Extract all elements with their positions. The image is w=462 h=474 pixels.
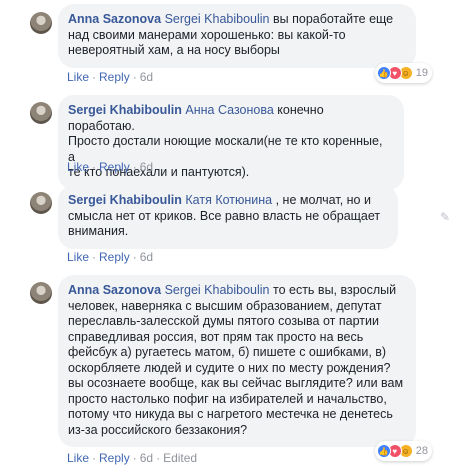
comment-author[interactable]: Sergei Khabiboulin (68, 193, 182, 207)
comment-author[interactable]: Anna Sazonova (68, 283, 161, 297)
comment-text-line: человек, наверняка с высшим образованием… (68, 298, 382, 313)
pencil-icon[interactable]: ✎ (440, 210, 450, 224)
comment-timestamp[interactable]: 6d (140, 70, 153, 84)
comment-text-line: смысла нет от криков. Все равно власть н… (68, 208, 381, 223)
comment-actions: Like · Reply · 6d (67, 70, 154, 84)
comment-bubble: Anna Sazonova Sergei Khabiboulin то есть… (58, 275, 416, 447)
avatar[interactable] (30, 192, 52, 214)
comment-mention[interactable]: Катя Котюнина (185, 193, 272, 207)
comment-mention[interactable]: Sergei Khabiboulin (165, 12, 270, 26)
reply-link[interactable]: Reply (99, 70, 130, 84)
comment-timestamp[interactable]: 6d (140, 250, 153, 264)
comment-actions: Like · Reply · 6d · Edited (67, 451, 198, 465)
like-reaction-icon: 👍 (376, 444, 391, 458)
reaction-count: 19 (415, 67, 428, 79)
comment-text-line: переславль-залесской думы пятого созыва … (68, 314, 379, 328)
reply-link[interactable]: Reply (99, 451, 130, 465)
reactions-summary[interactable]: 👍 ♥ ☺ 28 (374, 441, 432, 461)
comment-timestamp[interactable]: 6d (140, 160, 153, 174)
avatar[interactable] (30, 282, 52, 304)
like-link[interactable]: Like (67, 70, 89, 84)
comment-timestamp[interactable]: 6d (140, 451, 153, 465)
reply-link[interactable]: Reply (99, 160, 130, 174)
reply-link[interactable]: Reply (99, 250, 130, 264)
comment-author[interactable]: Sergei Khabiboulin (68, 103, 182, 117)
avatar[interactable] (30, 102, 52, 124)
avatar[interactable] (30, 12, 52, 34)
comment-text-line: справедливая россия, вот прям так просто… (68, 329, 364, 344)
comment-bubble: Sergei Khabiboulin Анна Сазонова конечно… (58, 95, 404, 190)
reactions-summary[interactable]: 👍 ♥ ☺ 19 (374, 63, 432, 83)
comment-text-line: из-за российского беззакония? (68, 422, 248, 437)
comment-mention[interactable]: Sergei Khabiboulin (165, 283, 270, 297)
comment-text-line: то есть вы, взрослый (273, 283, 397, 297)
comment-text-line: , не молчат, но и (275, 193, 371, 207)
like-link[interactable]: Like (67, 250, 89, 264)
like-link[interactable]: Like (67, 451, 89, 465)
comment-author[interactable]: Anna Sazonova (68, 12, 161, 26)
comment-actions: Like · Reply · 6d (67, 160, 154, 174)
comment-text-line: оскорбляете людей и судите о них по мест… (68, 360, 391, 375)
comment-text-line: внимания. (68, 224, 129, 238)
comment-text-line: потому что никуда вы с нагретого местечк… (68, 407, 393, 421)
comment-bubble: Anna Sazonova Sergei Khabiboulin вы пора… (58, 4, 416, 68)
comment-text-line: невероятный хам, а на носу выборы (68, 43, 280, 57)
comment-actions: Like · Reply · 6d (67, 250, 154, 264)
comment-mention[interactable]: Анна Сазонова (185, 103, 273, 117)
comment-text-line: вы поработайте еще (273, 12, 394, 26)
comment-text-line: просто настолько пофиг на избирателей и … (68, 391, 387, 406)
comment-text-line: фейсбук а) ругаетесь матом, б) пишете с … (68, 345, 387, 359)
like-link[interactable]: Like (67, 160, 89, 174)
comment-text-line: вы осознаете вообще, как вы сейчас выгля… (68, 376, 404, 390)
comment-text-line: над своими манерами хорошенько: вы какой… (68, 27, 346, 42)
edited-label[interactable]: Edited (163, 451, 197, 465)
reaction-count: 28 (415, 445, 428, 457)
comment-bubble: Sergei Khabiboulin Катя Котюнина , не мо… (58, 185, 398, 249)
like-reaction-icon: 👍 (376, 66, 391, 80)
